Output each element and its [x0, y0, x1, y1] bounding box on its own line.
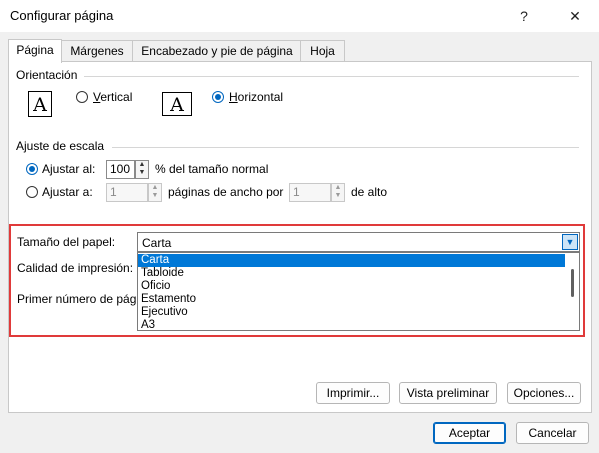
fit-to-label[interactable]: Ajustar a: — [42, 185, 93, 199]
cancel-button[interactable]: Cancelar — [516, 422, 589, 444]
pages-wide-input[interactable]: 1 — [106, 183, 148, 202]
pages-tall-input[interactable]: 1 — [289, 183, 331, 202]
paper-option-ejecutivo[interactable]: Ejecutivo — [138, 306, 566, 319]
paper-option-estamento[interactable]: Estamento — [138, 293, 566, 306]
dropdown-scrollbar[interactable] — [565, 253, 579, 330]
paper-option-oficio[interactable]: Oficio — [138, 280, 566, 293]
pages-wide-spinner[interactable]: ▲ ▼ — [148, 183, 162, 202]
vertical-radio[interactable] — [76, 91, 88, 103]
pages-wide-suffix: páginas de ancho por — [168, 185, 284, 199]
portrait-page-icon: A — [28, 91, 52, 117]
adjust-to-input[interactable]: 100 — [106, 160, 135, 179]
landscape-page-icon: A — [162, 92, 192, 116]
orientation-separator — [84, 76, 579, 77]
print-preview-button[interactable]: Vista preliminar — [399, 382, 497, 404]
horizontal-radio[interactable] — [212, 91, 224, 103]
pages-tall-spinner[interactable]: ▲ ▼ — [331, 183, 345, 202]
tab-encabezado[interactable]: Encabezado y pie de página — [132, 40, 302, 62]
orientation-group-label: Orientación — [16, 68, 78, 82]
pages-tall-suffix: de alto — [351, 185, 388, 199]
scaling-separator — [112, 147, 579, 148]
tab-hoja[interactable]: Hoja — [300, 40, 345, 62]
scaling-group-label: Ajuste de escala — [16, 139, 105, 153]
vertical-label-rest: ertical — [100, 90, 133, 104]
paper-option-carta[interactable]: Carta — [138, 254, 566, 267]
dropdown-scrollbar-thumb[interactable] — [571, 269, 574, 297]
adjust-to-spinner[interactable]: ▲ ▼ — [135, 160, 149, 179]
help-button[interactable]: ? — [510, 4, 538, 28]
print-button[interactable]: Imprimir... — [316, 382, 390, 404]
options-button[interactable]: Opciones... — [507, 382, 581, 404]
adjust-to-suffix: % del tamaño normal — [155, 162, 269, 176]
tab-margenes[interactable]: Márgenes — [60, 40, 134, 62]
paper-size-dropdown[interactable]: Carta Tabloide Oficio Estamento Ejecutiv… — [137, 252, 580, 331]
dialog-title: Configurar página — [10, 8, 114, 23]
horizontal-label-rest: orizontal — [237, 90, 284, 104]
vertical-label[interactable]: Vertical — [93, 90, 132, 104]
adjust-to-radio[interactable] — [26, 163, 38, 175]
tab-pagina[interactable]: Página — [8, 39, 62, 63]
horizontal-label[interactable]: Horizontal — [229, 90, 283, 104]
paper-option-a3[interactable]: A3 — [138, 319, 566, 330]
adjust-to-label[interactable]: Ajustar al: — [42, 162, 95, 176]
accept-button[interactable]: Aceptar — [433, 422, 506, 444]
fit-to-radio[interactable] — [26, 186, 38, 198]
close-button[interactable]: ✕ — [561, 4, 589, 28]
paper-option-tabloide[interactable]: Tabloide — [138, 267, 566, 280]
